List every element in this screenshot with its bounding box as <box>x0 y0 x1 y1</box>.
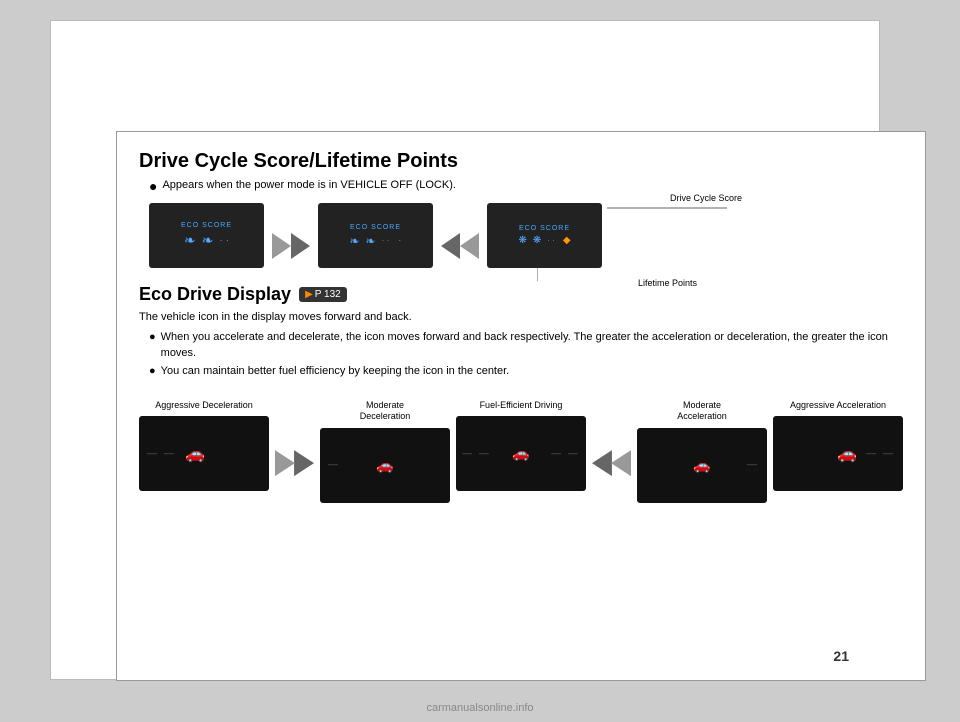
eco-screen-1: ECO SCORE ❧ ❧ · · <box>149 203 264 268</box>
eco-icon-3: ❧ <box>349 234 359 248</box>
eco-drive-title-text: Eco Drive Display <box>139 284 291 305</box>
display-item-aggressive-decel: Aggressive Deceleration — — 🚗 <box>139 400 269 492</box>
label-moderate-decel: ModerateDeceleration <box>360 400 411 423</box>
arrow-accel-moderate <box>592 446 631 481</box>
car-icon-5: 🚗 <box>837 444 857 464</box>
eco-display-group: ECO SCORE ❧ ❧ · · ECO SCORE ❧ <box>149 203 903 268</box>
eco-drive-body: The vehicle icon in the display moves fo… <box>139 310 903 325</box>
screen-aggressive-decel: — — 🚗 <box>139 416 269 491</box>
display-item-moderate-decel: ModerateDeceleration — 🚗 <box>320 400 450 503</box>
eco-dots-2: · · <box>382 236 390 245</box>
car-icon-3: 🚗 <box>512 445 529 462</box>
car-icon-2: 🚗 <box>376 457 393 474</box>
eco-icon-1: ❧ <box>184 232 196 249</box>
main-content-box: Drive Cycle Score/Lifetime Points ● Appe… <box>116 131 926 681</box>
label-moderate-accel: ModerateAcceleration <box>677 400 727 423</box>
screen-moderate-accel: 🚗 — <box>637 428 767 503</box>
screen-inner-4: 🚗 — <box>637 428 767 503</box>
eco-screen-icons-3: ❋ ❋ · · ◆ <box>518 235 570 246</box>
dash-left-3: — — <box>462 448 491 459</box>
screen-inner-2: — 🚗 <box>320 428 450 503</box>
eco-score-label-3: ECO SCORE <box>519 225 570 232</box>
eco-score-label-2: ECO SCORE <box>350 224 401 231</box>
drive-cycle-display-area: ECO SCORE ❧ ❧ · · ECO SCORE ❧ <box>149 203 903 268</box>
arrow-decel-moderate <box>275 446 314 481</box>
lifetime-line <box>537 263 597 283</box>
eco-drive-title-row: Eco Drive Display ▶ P 132 <box>139 284 903 305</box>
eco-drive-bullets: ● When you accelerate and decelerate, th… <box>149 330 903 379</box>
bullet-dot-3: ● <box>149 364 156 379</box>
eco-icon-4: ❧ <box>366 234 376 248</box>
bullet-dot: ● <box>149 179 157 193</box>
label-aggressive-decel: Aggressive Deceleration <box>155 400 253 412</box>
drive-cycle-bullet: ● Appears when the power mode is in VEHI… <box>149 179 903 193</box>
lifetime-points-label: Lifetime Points <box>638 278 697 288</box>
page-ref-text: P 132 <box>315 289 341 300</box>
car-icon-1: 🚗 <box>185 444 205 464</box>
screen-inner-1: — — 🚗 <box>139 416 269 491</box>
bullet-item-1: ● When you accelerate and decelerate, th… <box>149 330 903 361</box>
page-number: 21 <box>833 648 849 664</box>
screen-fuel-efficient: — — 🚗 — — <box>456 416 586 491</box>
drive-cycle-bullet-text: Appears when the power mode is in VEHICL… <box>162 179 455 191</box>
screen-inner-5: 🚗 — — <box>773 416 903 491</box>
drive-cycle-line <box>607 198 737 213</box>
screen-aggressive-accel: 🚗 — — <box>773 416 903 491</box>
eco-screen-icons-1: ❧ ❧ · · <box>184 232 229 249</box>
dash-right-4: — <box>747 460 759 471</box>
eco-score-label-1: ECO SCORE <box>181 222 232 229</box>
display-item-fuel-efficient: Fuel-Efficient Driving — — 🚗 — — <box>456 400 586 492</box>
bullet-item-2: ● You can maintain better fuel efficienc… <box>149 364 903 379</box>
display-row: Aggressive Deceleration — — 🚗 ModerateDe… <box>139 400 903 503</box>
eco-screen-2: ECO SCORE ❧ ❧ · · · <box>318 203 433 268</box>
drive-cycle-title: Drive Cycle Score/Lifetime Points <box>139 150 903 173</box>
arrow-double-1 <box>272 231 310 261</box>
eco-icon-5: ❋ <box>518 235 526 246</box>
eco-dots-1: · · <box>220 235 229 246</box>
screen-moderate-decel: — 🚗 <box>320 428 450 503</box>
dash-left-1: — — <box>147 448 176 459</box>
screen-inner-3: — — 🚗 — — <box>456 416 586 491</box>
eco-icon-6: ❋ <box>533 235 541 246</box>
eco-diamond: ◆ <box>563 235 571 246</box>
eco-screen-icons-2: ❧ ❧ · · · <box>349 234 401 248</box>
label-aggressive-accel: Aggressive Acceleration <box>790 400 886 412</box>
bullet-text-1: When you accelerate and decelerate, the … <box>161 330 903 361</box>
eco-dot-3: · <box>398 235 401 246</box>
watermark: carmanualsonline.info <box>426 702 533 714</box>
eco-dots-4: · · <box>547 236 555 245</box>
display-item-aggressive-accel: Aggressive Acceleration 🚗 — — <box>773 400 903 492</box>
white-page: Quick Reference Guide Drive Cycle Score/… <box>50 20 880 680</box>
eco-icon-2: ❧ <box>202 232 214 249</box>
eco-screen-3: ECO SCORE ❋ ❋ · · ◆ <box>487 203 602 268</box>
dash-right-5: — — <box>866 448 895 459</box>
label-fuel-efficient: Fuel-Efficient Driving <box>480 400 563 412</box>
display-item-moderate-accel: ModerateAcceleration 🚗 — <box>637 400 767 503</box>
dash-left-2: — <box>328 460 340 471</box>
eco-screen-3-container: ECO SCORE ❋ ❋ · · ◆ Drive Cycle Score Li… <box>487 203 602 268</box>
car-icon-4: 🚗 <box>693 457 710 474</box>
page-ref-badge: ▶ P 132 <box>299 287 347 302</box>
bullet-text-2: You can maintain better fuel efficiency … <box>161 364 510 379</box>
arrow-double-2 <box>441 231 479 261</box>
dash-right-3: — — <box>551 448 580 459</box>
page-ref-arrow-icon: ▶ <box>305 289 313 300</box>
bullet-dot-2: ● <box>149 330 156 361</box>
